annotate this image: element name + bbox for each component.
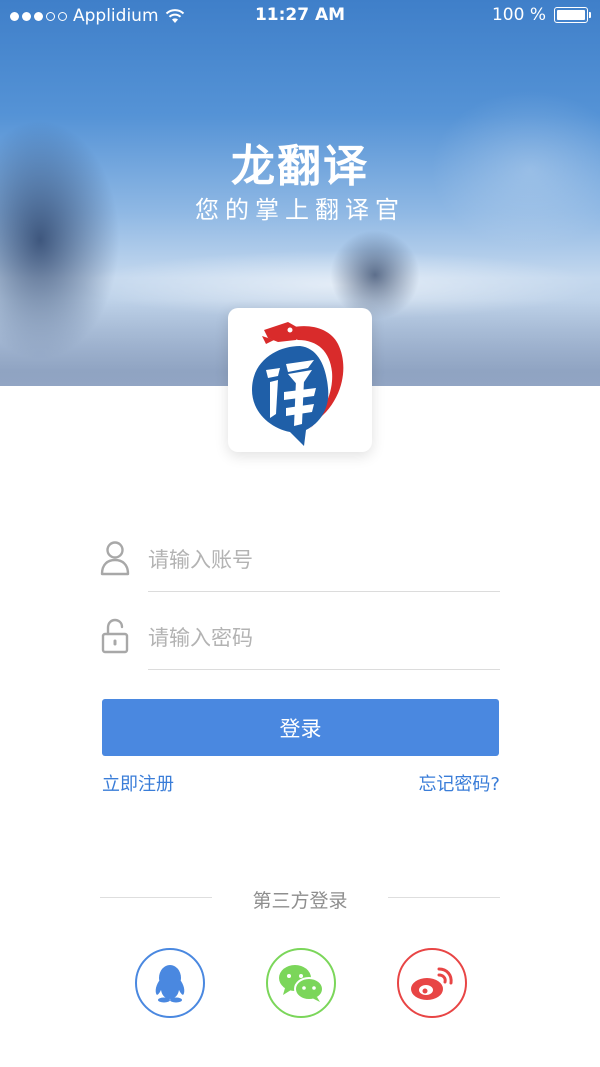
weibo-icon bbox=[411, 967, 453, 1000]
account-field bbox=[100, 530, 500, 592]
unlock-icon bbox=[101, 618, 129, 654]
password-underline bbox=[148, 669, 500, 670]
login-button[interactable]: 登录 bbox=[102, 699, 499, 756]
status-right: 100 % bbox=[491, 5, 591, 25]
app-title: 龙翻译 bbox=[231, 141, 369, 192]
password-input[interactable] bbox=[148, 608, 500, 668]
account-underline bbox=[148, 591, 500, 592]
status-bar: Applidium 11:27 AM 100 % bbox=[0, 0, 600, 32]
battery-icon bbox=[554, 7, 591, 23]
wechat-login-button[interactable] bbox=[266, 948, 336, 1018]
battery-percentage: 100 % bbox=[491, 5, 546, 25]
divider-line-right bbox=[388, 897, 500, 898]
register-link[interactable]: 立即注册 bbox=[102, 770, 174, 796]
wechat-icon bbox=[279, 965, 324, 1002]
user-icon bbox=[100, 541, 130, 576]
app-subtitle: 您的掌上翻译官 bbox=[195, 196, 405, 224]
weibo-login-button[interactable] bbox=[397, 948, 467, 1018]
third-party-label: 第三方登录 bbox=[252, 890, 348, 912]
qq-icon bbox=[155, 965, 185, 1003]
dragon-logo-icon bbox=[252, 322, 344, 446]
app-logo bbox=[228, 308, 372, 452]
account-input[interactable] bbox=[148, 530, 500, 590]
forgot-password-link[interactable]: 忘记密码? bbox=[418, 770, 500, 796]
third-party-divider: 第三方登录 bbox=[100, 884, 500, 914]
password-field bbox=[100, 608, 500, 670]
qq-login-button[interactable] bbox=[135, 948, 205, 1018]
